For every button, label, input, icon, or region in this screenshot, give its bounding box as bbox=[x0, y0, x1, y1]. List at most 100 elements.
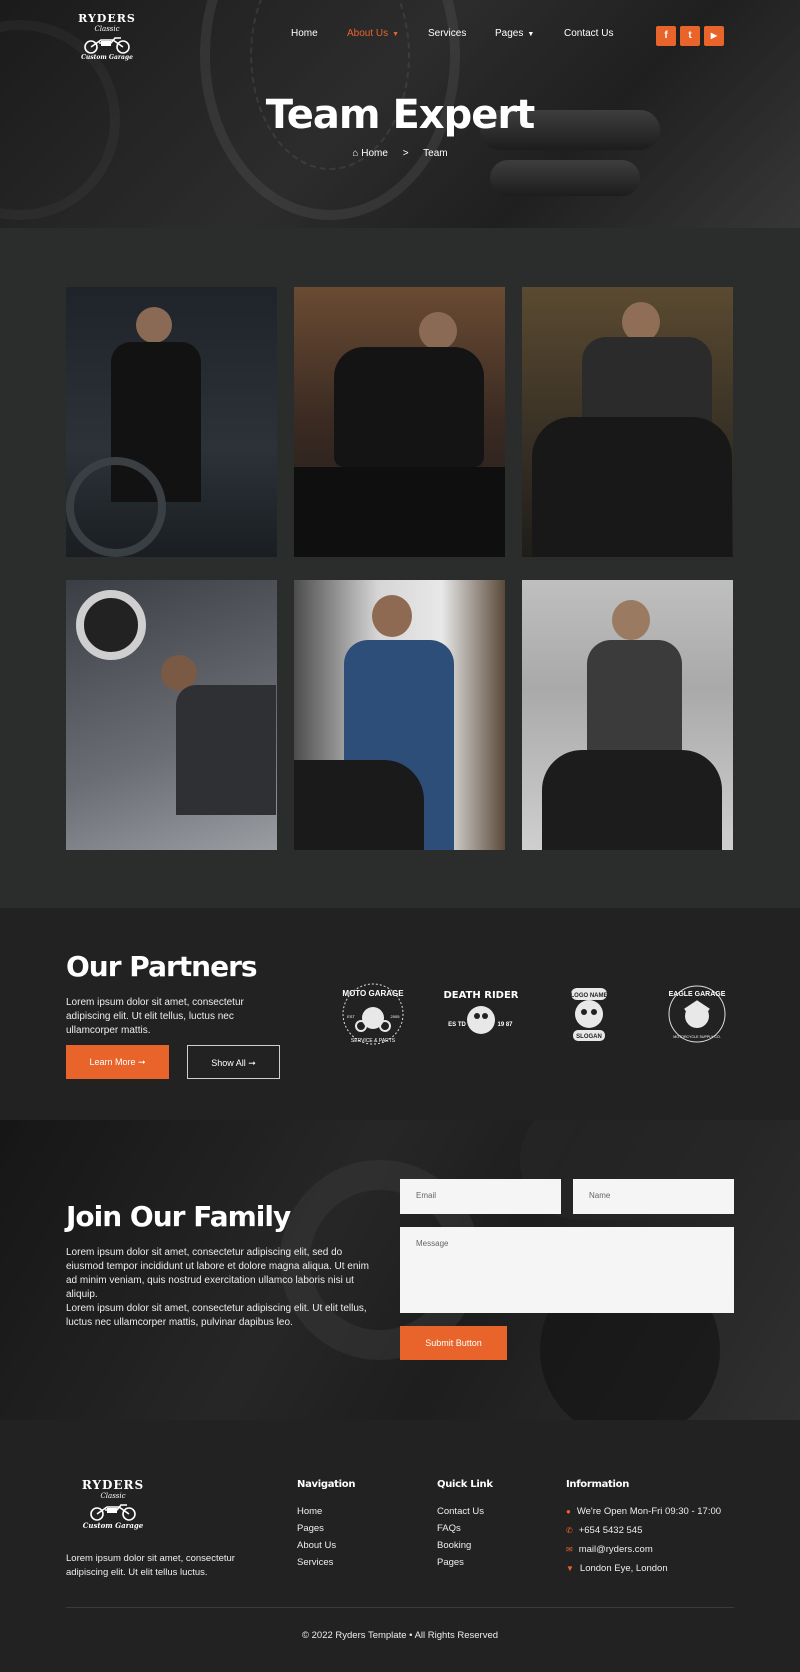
motorcycle-icon bbox=[90, 1504, 136, 1521]
motorcycle-body bbox=[294, 760, 424, 850]
team-photo-5[interactable] bbox=[294, 580, 505, 850]
footer-nav-home[interactable]: Home bbox=[297, 1506, 322, 1517]
nav-about-us[interactable]: About Us ▼ bbox=[347, 28, 399, 39]
person-figure bbox=[419, 312, 457, 350]
motorcycle-body bbox=[532, 417, 732, 557]
logo-tagline: Custom Garage bbox=[81, 54, 133, 61]
badge-bottom-text: SERVICE & PARTS bbox=[351, 1038, 396, 1044]
nav-home[interactable]: Home bbox=[291, 28, 318, 39]
partner-badge-logo-name[interactable]: LOGO NAME SLOGAN bbox=[551, 976, 627, 1052]
team-section bbox=[0, 228, 800, 908]
breadcrumb: ⌂ Home > Team bbox=[0, 148, 800, 159]
partner-badge-moto-garage[interactable]: MOTO GARAGE EST 2005 SERVICE & PARTS bbox=[335, 976, 411, 1052]
badge-right-text: 2005 bbox=[391, 1014, 401, 1019]
partners-title: Our Partners bbox=[66, 950, 258, 983]
phone-icon: ✆ bbox=[566, 1526, 573, 1535]
bike-wheel bbox=[66, 457, 166, 557]
show-all-button[interactable]: Show All ➞ bbox=[187, 1045, 280, 1079]
nav-pages[interactable]: Pages ▼ bbox=[495, 28, 534, 39]
breadcrumb-separator: > bbox=[402, 148, 409, 159]
page-title: Team Expert bbox=[265, 92, 535, 138]
footer-phone[interactable]: ✆ +654 5432 545 bbox=[566, 1525, 642, 1536]
headlight bbox=[76, 590, 146, 660]
footer-nav-pages[interactable]: Pages bbox=[297, 1523, 324, 1534]
motorcycle-body bbox=[294, 467, 505, 557]
footer-email[interactable]: ✉ mail@ryders.com bbox=[566, 1544, 653, 1555]
footer-about: Lorem ipsum dolor sit amet, consectetur … bbox=[66, 1553, 235, 1578]
person-figure bbox=[334, 347, 484, 467]
motorcycle-body bbox=[542, 750, 722, 850]
person-figure bbox=[587, 640, 682, 750]
learn-more-button[interactable]: Learn More ➞ bbox=[66, 1045, 169, 1079]
person-figure bbox=[176, 685, 276, 815]
nav-services[interactable]: Services bbox=[428, 28, 466, 39]
badge-left-text: ES TD bbox=[448, 1022, 466, 1028]
footer-hours-text: We're Open Mon-Fri 09:30 - 17:00 bbox=[576, 1506, 722, 1517]
team-photo-4[interactable] bbox=[66, 580, 277, 850]
chevron-down-icon: ▼ bbox=[392, 31, 400, 38]
footer-nav-services[interactable]: Services bbox=[297, 1557, 333, 1568]
team-photo-6[interactable] bbox=[522, 580, 733, 850]
breadcrumb-current: Team bbox=[423, 148, 448, 159]
logo-sub: Classic bbox=[100, 1492, 126, 1500]
footer-information-title: Information bbox=[566, 1479, 630, 1490]
nav-pages-label: Pages bbox=[495, 28, 524, 39]
twitter-icon[interactable]: t bbox=[680, 26, 700, 46]
person-figure bbox=[582, 337, 712, 427]
footer-quick-contact-us[interactable]: Contact Us bbox=[437, 1506, 484, 1517]
person-figure bbox=[622, 302, 660, 342]
badge-bottom-text: MOTORCYCLE SUPPLY CO. bbox=[673, 1035, 721, 1039]
logo-tagline: Custom Garage bbox=[82, 1521, 144, 1530]
partner-badge-death-rider[interactable]: DEATH RIDER ES TD 19 87 bbox=[443, 976, 519, 1052]
join-title: Join Our Family bbox=[66, 1200, 291, 1233]
footer-quick-pages[interactable]: Pages bbox=[437, 1557, 464, 1568]
logo-brand: RYDERS bbox=[81, 1478, 145, 1492]
footer-nav-about-us[interactable]: About Us bbox=[297, 1540, 336, 1551]
footer-quick-booking[interactable]: Booking bbox=[437, 1540, 471, 1551]
badge-left-text: EST bbox=[347, 1014, 355, 1019]
badge-bottom-text: SLOGAN bbox=[576, 1034, 602, 1040]
youtube-icon[interactable]: ▶ bbox=[704, 26, 724, 46]
footer-divider bbox=[66, 1607, 734, 1608]
badge-top-text: LOGO NAME bbox=[571, 993, 608, 999]
team-photo-3[interactable] bbox=[522, 287, 733, 557]
footer-logo[interactable]: RYDERS Classic Custom Garage bbox=[68, 1478, 158, 1538]
badge-top-text: MOTO GARAGE bbox=[342, 989, 404, 998]
person-figure bbox=[372, 595, 412, 637]
breadcrumb-home[interactable]: Home bbox=[361, 148, 388, 159]
social-links: f t ▶ bbox=[656, 26, 724, 46]
nav-about-label: About Us bbox=[347, 28, 389, 39]
chevron-down-icon: ▼ bbox=[527, 31, 535, 38]
footer-email-text: mail@ryders.com bbox=[578, 1544, 653, 1555]
home-icon: ⌂ bbox=[352, 148, 359, 159]
badge-right-text: 19 87 bbox=[497, 1022, 513, 1028]
person-figure bbox=[136, 307, 172, 343]
submit-button[interactable]: Submit Button bbox=[400, 1326, 507, 1360]
badge-top-text: EAGLE GARAGE bbox=[669, 991, 726, 998]
join-text-2: Lorem ipsum dolor sit amet, consectetur … bbox=[66, 1303, 367, 1328]
partner-badge-eagle-garage[interactable]: EAGLE GARAGE MOTORCYCLE SUPPLY CO. bbox=[659, 976, 735, 1052]
map-pin-icon: ▼ bbox=[566, 1564, 574, 1573]
clock-icon: ● bbox=[566, 1507, 571, 1516]
footer-address-text: London Eye, London bbox=[579, 1563, 668, 1574]
footer-quick-faqs[interactable]: FAQs bbox=[437, 1523, 461, 1534]
copyright: © 2022 Ryders Template • All Rights Rese… bbox=[301, 1630, 499, 1641]
team-photo-1[interactable] bbox=[66, 287, 277, 557]
message-field[interactable]: Message bbox=[400, 1227, 734, 1313]
footer-navigation-title: Navigation bbox=[297, 1479, 356, 1490]
team-photo-2[interactable] bbox=[294, 287, 505, 557]
partners-text: Lorem ipsum dolor sit amet, consectetur … bbox=[66, 997, 244, 1036]
nav-contact-us[interactable]: Contact Us bbox=[564, 28, 613, 39]
join-text-1: Lorem ipsum dolor sit amet, consectetur … bbox=[66, 1247, 369, 1300]
footer-quick-link-title: Quick Link bbox=[437, 1479, 493, 1490]
email-field[interactable]: Email bbox=[400, 1179, 561, 1214]
logo-brand: RYDERS bbox=[78, 12, 136, 25]
mail-icon: ✉ bbox=[566, 1545, 573, 1554]
footer-phone-text: +654 5432 545 bbox=[578, 1525, 643, 1536]
footer-hours: ● We're Open Mon-Fri 09:30 - 17:00 bbox=[566, 1506, 721, 1517]
name-field[interactable]: Name bbox=[573, 1179, 734, 1214]
facebook-icon[interactable]: f bbox=[656, 26, 676, 46]
person-figure bbox=[612, 600, 650, 640]
footer-address: ▼ London Eye, London bbox=[566, 1563, 668, 1574]
badge-top-text: DEATH RIDER bbox=[443, 990, 518, 1001]
